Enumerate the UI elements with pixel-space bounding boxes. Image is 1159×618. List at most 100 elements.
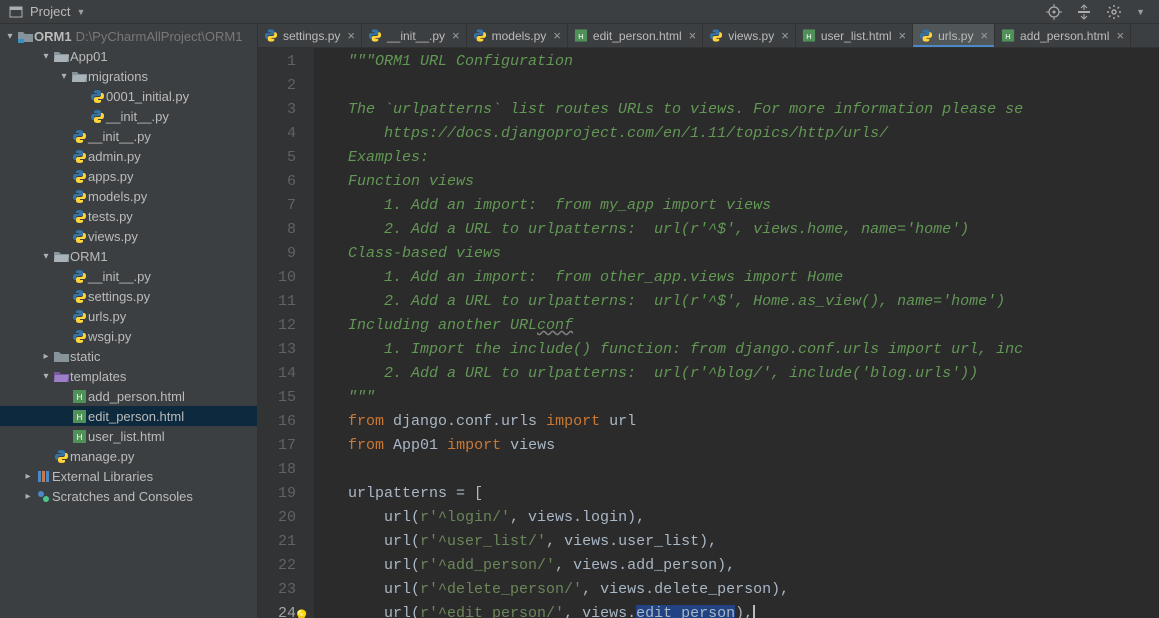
tree-item[interactable]: ▸static xyxy=(0,346,257,366)
close-icon[interactable]: × xyxy=(553,28,561,43)
chevron-down-icon[interactable]: ▼ xyxy=(76,7,85,17)
py-icon xyxy=(70,269,88,284)
code-line[interactable] xyxy=(348,458,1159,482)
editor-tab[interactable]: views.py× xyxy=(703,24,796,47)
tree-item[interactable]: __init__.py xyxy=(0,126,257,146)
chevron-right-icon[interactable]: ▸ xyxy=(22,491,34,502)
tree-item[interactable]: ▸Scratches and Consoles xyxy=(0,486,257,506)
py-icon xyxy=(70,309,88,324)
editor-tab[interactable]: urls.py× xyxy=(913,24,995,47)
chevron-down-icon[interactable]: ▾ xyxy=(40,371,52,382)
chevron-down-icon[interactable]: ▾ xyxy=(4,31,16,42)
py-icon xyxy=(88,89,106,104)
py-icon xyxy=(70,229,88,244)
tree-item[interactable]: apps.py xyxy=(0,166,257,186)
code-line[interactable]: url(r'^delete_person/', views.delete_per… xyxy=(348,578,1159,602)
py-icon xyxy=(473,29,487,43)
close-icon[interactable]: × xyxy=(899,28,907,43)
tree-item[interactable]: manage.py xyxy=(0,446,257,466)
editor-code[interactable]: """ORM1 URL Configuration The `urlpattern… xyxy=(314,48,1159,618)
project-label[interactable]: Project xyxy=(30,4,70,19)
code-line[interactable]: 2. Add a URL to urlpatterns: url(r'^blog… xyxy=(348,362,1159,386)
code-line[interactable]: 1. Import the include() function: from d… xyxy=(348,338,1159,362)
chevron-right-icon[interactable]: ▸ xyxy=(40,351,52,362)
tree-item[interactable]: ▾App01 xyxy=(0,46,257,66)
close-icon[interactable]: × xyxy=(980,28,988,43)
tree-item[interactable]: admin.py xyxy=(0,146,257,166)
chevron-down-icon[interactable]: ▾ xyxy=(40,51,52,62)
tree-item[interactable]: Hedit_person.html xyxy=(0,406,257,426)
tree-item[interactable]: Huser_list.html xyxy=(0,426,257,446)
tree-item[interactable]: ▸External Libraries xyxy=(0,466,257,486)
bulb-icon[interactable]: 💡 xyxy=(294,606,310,618)
tree-item[interactable]: ▾migrations xyxy=(0,66,257,86)
py-icon xyxy=(70,129,88,144)
code-line[interactable]: url(r'^user_list/', views.user_list), xyxy=(348,530,1159,554)
close-icon[interactable]: × xyxy=(689,28,697,43)
svg-text:H: H xyxy=(1005,32,1010,41)
editor-tab[interactable]: Huser_list.html× xyxy=(796,24,913,47)
editor-tab[interactable]: __init__.py× xyxy=(362,24,467,47)
code-line[interactable]: Class-based views xyxy=(348,242,1159,266)
code-line[interactable]: 1. Add an import: from my_app import vie… xyxy=(348,194,1159,218)
tree-item[interactable]: models.py xyxy=(0,186,257,206)
editor-tab[interactable]: Hedit_person.html× xyxy=(568,24,703,47)
editor-tab[interactable]: models.py× xyxy=(467,24,568,47)
close-icon[interactable]: × xyxy=(781,28,789,43)
tree-item[interactable]: settings.py xyxy=(0,286,257,306)
tree-item[interactable]: ▾ORM1 xyxy=(0,246,257,266)
code-line[interactable]: 1. Add an import: from other_app.views i… xyxy=(348,266,1159,290)
svg-text:H: H xyxy=(76,413,82,422)
chevron-right-icon[interactable]: ▸ xyxy=(22,471,34,482)
tree-item[interactable]: __init__.py xyxy=(0,106,257,126)
code-line[interactable]: 2. Add a URL to urlpatterns: url(r'^$', … xyxy=(348,290,1159,314)
close-icon[interactable]: × xyxy=(452,28,460,43)
folder-icon xyxy=(52,350,70,363)
code-line[interactable]: 2. Add a URL to urlpatterns: url(r'^$', … xyxy=(348,218,1159,242)
code-line[interactable] xyxy=(348,74,1159,98)
tree-item[interactable]: wsgi.py xyxy=(0,326,257,346)
code-line[interactable]: Examples: xyxy=(348,146,1159,170)
svg-text:H: H xyxy=(806,32,811,41)
code-line[interactable]: url(r'^edit_person/', views.edit_person)… xyxy=(348,602,1159,618)
tree-root[interactable]: ▾ORM1D:\PyCharmAllProject\ORM1 xyxy=(0,26,257,46)
code-line[interactable]: """ORM1 URL Configuration xyxy=(348,50,1159,74)
lib-icon xyxy=(34,469,52,484)
scratch-icon xyxy=(34,489,52,504)
target-icon[interactable] xyxy=(1046,4,1062,20)
folder-icon xyxy=(16,30,34,43)
project-tree[interactable]: ▾ORM1D:\PyCharmAllProject\ORM1▾App01▾mig… xyxy=(0,24,258,618)
close-icon[interactable]: × xyxy=(347,28,355,43)
code-line[interactable]: Including another URLconf xyxy=(348,314,1159,338)
collapse-icon[interactable] xyxy=(1076,4,1092,20)
code-line[interactable]: """ xyxy=(348,386,1159,410)
editor-tab[interactable]: settings.py× xyxy=(258,24,362,47)
code-line[interactable]: urlpatterns = [ xyxy=(348,482,1159,506)
gear-icon[interactable] xyxy=(1106,4,1122,20)
code-line[interactable]: url(r'^add_person/', views.add_person), xyxy=(348,554,1159,578)
editor-tab[interactable]: Hadd_person.html× xyxy=(995,24,1131,47)
py-icon xyxy=(70,209,88,224)
code-line[interactable]: url(r'^login/', views.login), xyxy=(348,506,1159,530)
chevron-down-icon[interactable]: ▾ xyxy=(40,251,52,262)
code-line[interactable]: from django.conf.urls import url xyxy=(348,410,1159,434)
py-icon xyxy=(70,289,88,304)
close-icon[interactable]: × xyxy=(1116,28,1124,43)
tree-item[interactable]: Hadd_person.html xyxy=(0,386,257,406)
html-icon: H xyxy=(802,29,816,43)
tree-item[interactable]: views.py xyxy=(0,226,257,246)
code-line[interactable]: Function views xyxy=(348,170,1159,194)
tree-item[interactable]: urls.py xyxy=(0,306,257,326)
code-line[interactable]: from App01 import views xyxy=(348,434,1159,458)
tree-item[interactable]: 0001_initial.py xyxy=(0,86,257,106)
py-icon xyxy=(368,29,382,43)
tree-item[interactable]: tests.py xyxy=(0,206,257,226)
chevron-down-icon[interactable]: ▼ xyxy=(1136,7,1145,17)
chevron-down-icon[interactable]: ▾ xyxy=(58,71,70,82)
code-line[interactable]: The `urlpatterns` list routes URLs to vi… xyxy=(348,98,1159,122)
py-icon xyxy=(70,169,88,184)
tree-item[interactable]: ▾templates xyxy=(0,366,257,386)
editor-body[interactable]: 123456789101112131415161718192021222324💡… xyxy=(258,48,1159,618)
tree-item[interactable]: __init__.py xyxy=(0,266,257,286)
code-line[interactable]: https://docs.djangoproject.com/en/1.11/t… xyxy=(348,122,1159,146)
